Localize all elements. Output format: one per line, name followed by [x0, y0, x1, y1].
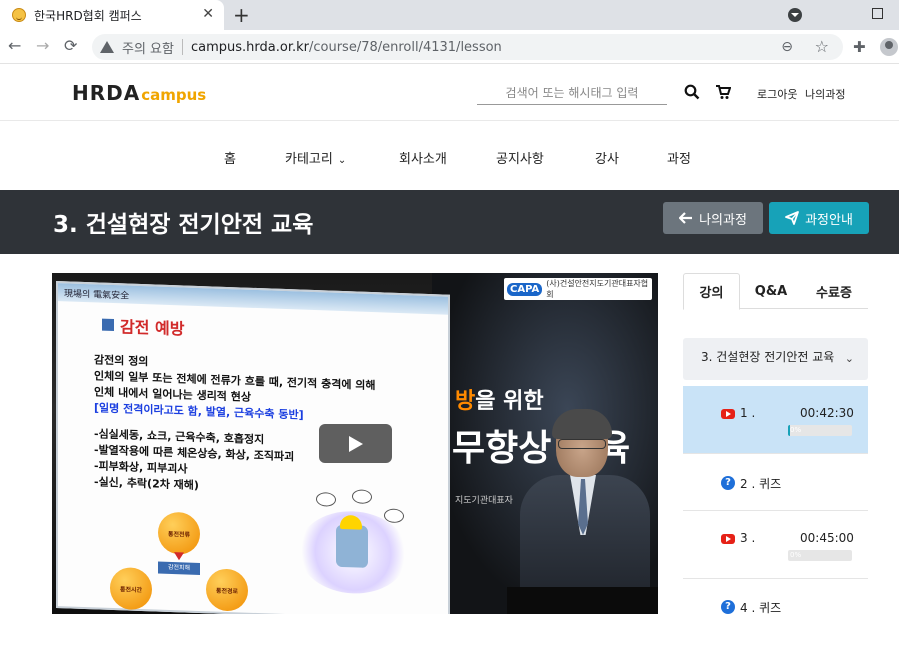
bookmark-star-icon[interactable]: ☆	[815, 37, 829, 56]
course-accordion-title: 3. 건설현장 전기안전 교육	[701, 350, 835, 364]
new-tab-button[interactable]: +	[233, 3, 250, 27]
chevron-down-icon: ⌄	[844, 352, 854, 365]
profile-avatar-icon[interactable]	[880, 38, 898, 56]
search-icon[interactable]	[684, 84, 700, 100]
security-warning[interactable]: 주의 요함	[122, 38, 174, 57]
arrow-left-icon	[679, 212, 693, 224]
cart-icon[interactable]	[715, 84, 731, 100]
lesson-number: 4 . 퀴즈	[740, 601, 782, 615]
site-logo[interactable]: HRDAcampus	[72, 81, 206, 105]
address-bar[interactable]: 주의 요함 campus.hrda.or.kr/course/78/enroll…	[92, 34, 843, 60]
diagram-node-left: 통전시간	[110, 566, 152, 611]
tab-certificate[interactable]: 수료증	[805, 273, 863, 310]
smiley-favicon-icon	[12, 8, 26, 22]
tab-qna[interactable]: Q&A	[743, 273, 799, 310]
site-header: HRDAcampus 로그아웃 나의과정	[0, 64, 899, 121]
chevron-down-icon: ⌄	[337, 155, 347, 166]
diagram-node-top: 통전전류	[158, 511, 200, 556]
presenter-hair	[552, 409, 612, 439]
url-text[interactable]: campus.hrda.or.kr/course/78/enroll/4131/…	[191, 40, 502, 55]
nav-course[interactable]: 과정	[667, 148, 691, 167]
electric-shock-illustration	[294, 487, 414, 601]
slide-title: 감전 예방	[102, 313, 184, 340]
video-play-icon	[721, 534, 735, 544]
extensions-puzzle-icon[interactable]: ✚	[853, 38, 866, 56]
nav-category[interactable]: 카테고리 ⌄	[285, 148, 346, 167]
course-info-button[interactable]: 과정안내	[769, 202, 869, 234]
sidebar-tabs: 강의 Q&A 수료증	[683, 273, 868, 310]
backdrop-org-text: 지도기관대표자	[455, 496, 513, 506]
course-banner: 3. 건설현장 전기안전 교육 나의과정 과정안내	[0, 190, 899, 254]
close-tab-icon[interactable]: ✕	[202, 6, 214, 22]
paper-plane-icon	[785, 211, 799, 225]
capa-org-name: (사)건설안전지도기관대표자협회	[546, 279, 649, 299]
play-button[interactable]	[319, 424, 392, 463]
url-path: /course/78/enroll/4131/lesson	[308, 39, 502, 55]
presenter-glasses	[558, 439, 606, 449]
diagram-center: 감전피해	[158, 561, 200, 576]
diagram-arrow-icon	[174, 552, 184, 561]
course-info-button-label: 과정안내	[805, 212, 853, 228]
lesson-progress-bar: 0%	[788, 550, 852, 561]
nav-category-label: 카테고리	[285, 152, 333, 167]
capa-logo: CAPA (사)건설안전지도기관대표자협회	[504, 278, 652, 300]
restore-window-icon[interactable]	[872, 8, 883, 19]
tab-title: 한국HRD협회 캠퍼스	[34, 8, 142, 23]
nav-instructor[interactable]: 강사	[595, 148, 619, 167]
lesson-duration: 00:42:30	[800, 406, 854, 420]
presenter	[520, 409, 650, 614]
capa-mark: CAPA	[507, 282, 543, 296]
cloud-icon	[316, 492, 336, 507]
main-nav: 홈 카테고리 ⌄ 회사소개 공지사항 강사 과정	[0, 122, 899, 189]
backdrop-orange-text: 방	[455, 389, 476, 414]
back-icon[interactable]: ←	[8, 36, 21, 55]
lesson-number: 2 . 퀴즈	[740, 477, 782, 491]
course-accordion-header[interactable]: 3. 건설현장 전기안전 교육 ⌄	[683, 338, 868, 380]
quiz-question-icon: ?	[721, 476, 735, 490]
cloud-icon	[352, 489, 372, 505]
progress-label: 0%	[790, 551, 802, 559]
page-title: 3. 건설현장 전기안전 교육	[53, 212, 314, 238]
my-course-link[interactable]: 나의과정	[805, 86, 845, 102]
zoom-icon[interactable]: ⊖	[781, 39, 793, 55]
my-course-button[interactable]: 나의과정	[663, 202, 763, 234]
bullet-square-icon	[102, 318, 114, 332]
omnibox-divider	[181, 39, 183, 55]
nav-home[interactable]: 홈	[224, 148, 236, 167]
logo-text: HRDA	[72, 81, 141, 105]
my-course-button-label: 나의과정	[699, 212, 747, 228]
diagram-node-right: 통전경로	[206, 568, 248, 612]
lesson-item-2[interactable]: ? 2 . 퀴즈	[683, 454, 868, 511]
lesson-item-1[interactable]: 1 . 00:42:30 0%	[683, 386, 868, 454]
browser-tab[interactable]: 한국HRD협회 캠퍼스 ✕	[0, 0, 224, 30]
cloud-icon	[384, 508, 404, 524]
tab-lecture[interactable]: 강의	[683, 273, 740, 310]
logo-campus: campus	[141, 86, 207, 104]
profile-menu-icon[interactable]	[788, 8, 802, 22]
lesson-number: 3 .	[740, 531, 756, 545]
forward-icon[interactable]: →	[36, 36, 49, 55]
podium	[507, 587, 658, 614]
search-input[interactable]	[477, 81, 667, 105]
browser-toolbar: ← → ⟳ 주의 요함 campus.hrda.or.kr/course/78/…	[0, 30, 899, 64]
lesson-duration: 00:45:00	[800, 531, 854, 545]
quiz-question-icon: ?	[721, 600, 735, 614]
lesson-number: 1 .	[740, 406, 756, 420]
progress-label: 0%	[790, 426, 802, 434]
logout-link[interactable]: 로그아웃	[757, 86, 797, 102]
lesson-item-3[interactable]: 3 . 00:45:00 0%	[683, 511, 868, 579]
lesson-item-4[interactable]: ? 4 . 퀴즈	[683, 579, 868, 634]
slide-title-text: 감전 예방	[120, 317, 185, 339]
reload-icon[interactable]: ⟳	[64, 36, 77, 55]
video-play-icon	[721, 409, 735, 419]
worker-figure	[336, 524, 368, 568]
lesson-progress-bar: 0%	[788, 425, 852, 436]
browser-tabstrip: 한국HRD협회 캠퍼스 ✕ +	[0, 0, 899, 30]
nav-notice[interactable]: 공지사항	[496, 148, 544, 167]
nav-about[interactable]: 회사소개	[399, 148, 447, 167]
warning-icon[interactable]	[100, 41, 114, 53]
url-host: campus.hrda.or.kr	[190, 39, 309, 55]
